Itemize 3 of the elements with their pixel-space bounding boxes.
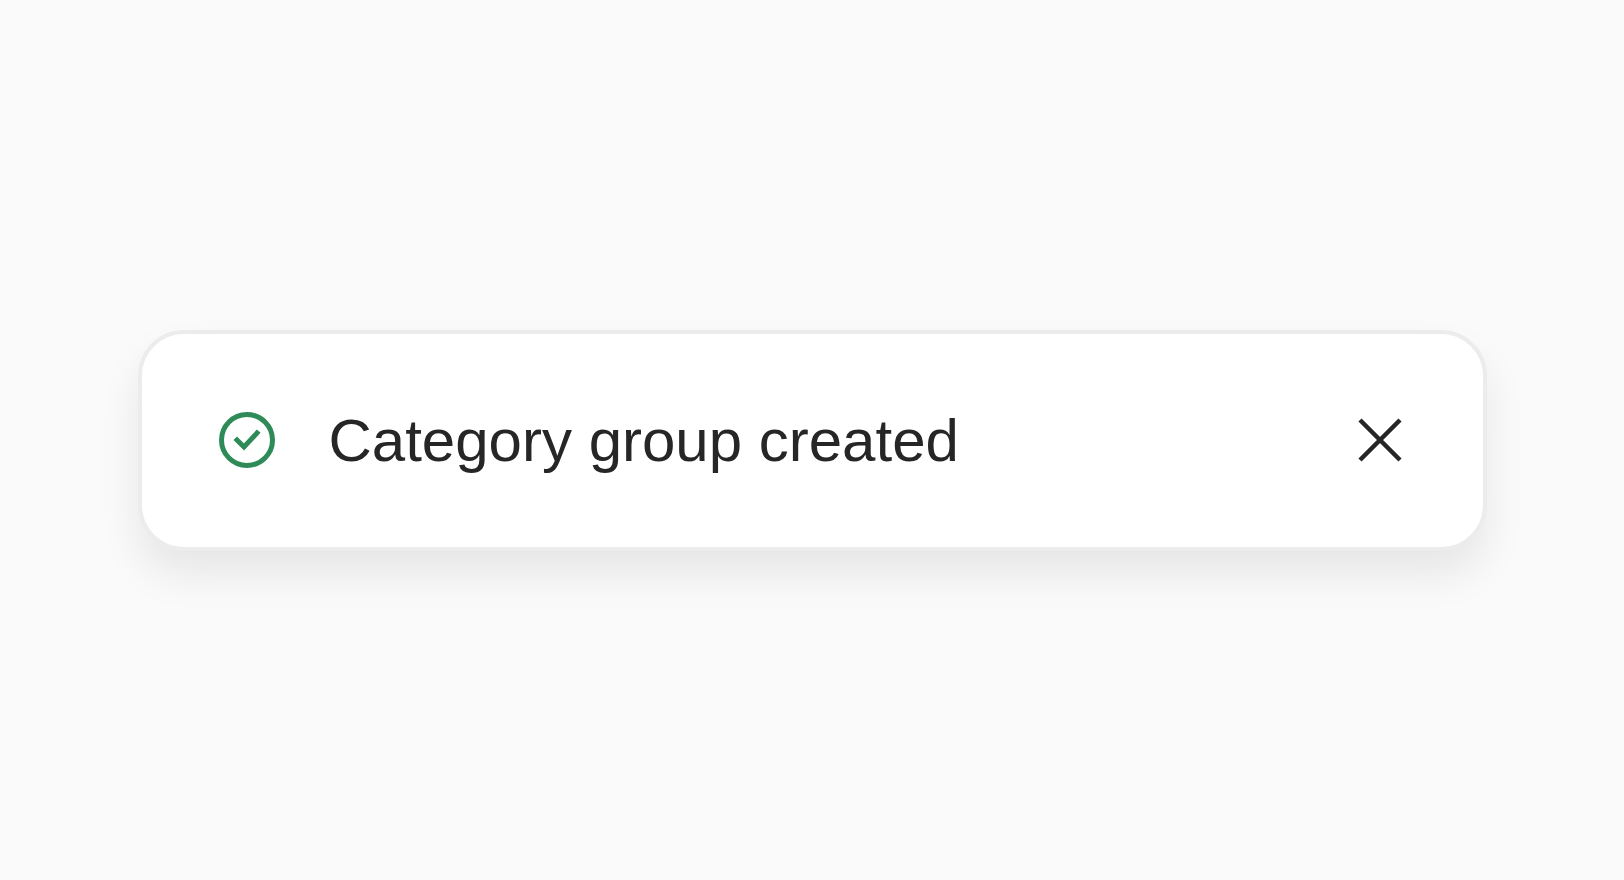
close-button[interactable] xyxy=(1356,417,1403,463)
toast-message: Category group created xyxy=(328,405,960,475)
check-circle-icon xyxy=(217,411,276,469)
